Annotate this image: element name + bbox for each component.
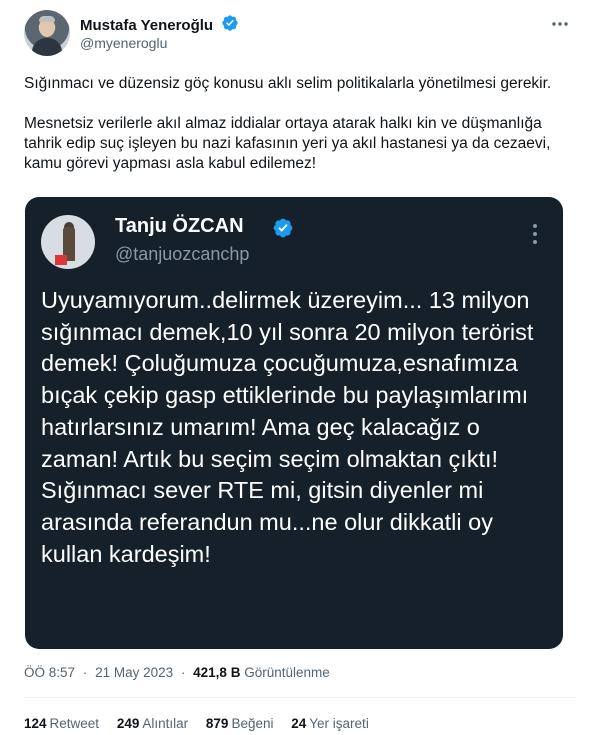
bookmarks-count: 24 [291, 716, 307, 731]
likes-count: 879 [205, 716, 229, 731]
author-name[interactable]: Mustafa Yeneroğlu [80, 17, 213, 34]
tweet-stats: 124 Retweet 249 Alıntılar 879 Beğeni 24 Yer … [24, 716, 383, 731]
quotes-stat[interactable]: 249 Alıntılar [117, 716, 188, 731]
bookmarks-label: Yer işareti [309, 716, 369, 731]
tweet: Mustafa Yeneroğlu @myeneroglu Sığınmacı … [0, 0, 600, 735]
retweets-label: Retweet [49, 716, 100, 731]
quotes-count: 249 [116, 716, 140, 731]
author-avatar[interactable] [24, 10, 70, 56]
author-header: Mustafa Yeneroğlu [80, 14, 239, 37]
quotes-label: Alıntılar [142, 716, 189, 731]
tweet-date[interactable]: 21 May 2023 [95, 665, 173, 680]
author-handle[interactable]: @myeneroglu [80, 35, 167, 51]
tweet-paragraph: Mesnetsiz verilerle akıl almaz iddialar … [24, 115, 551, 172]
quoted-author-name[interactable]: Tanju ÖZCAN [115, 215, 244, 238]
meta-separator: · [180, 665, 186, 680]
bookmarks-stat[interactable]: 24 Yer işareti [291, 716, 369, 731]
meta-separator: · [82, 665, 88, 680]
more-options-icon[interactable] [533, 224, 537, 248]
retweets-stat[interactable]: 124 Retweet [24, 716, 99, 731]
tweet-paragraph: Sığınmacı ve düzensiz göç konusu aklı se… [24, 75, 552, 92]
tweet-text: Sığınmacı ve düzensiz göç konusu aklı se… [24, 74, 564, 194]
verified-badge-icon [272, 217, 294, 244]
tweet-time[interactable]: ÖÖ 8:57 [24, 665, 75, 680]
likes-label: Beğeni [231, 716, 274, 731]
quoted-author-handle[interactable]: @tanjuozcanchp [115, 244, 249, 265]
quoted-author-avatar[interactable] [41, 215, 95, 269]
tweet-meta: ÖÖ 8:57 · 21 May 2023 · 421,8 B Görüntül… [24, 665, 330, 680]
verified-badge-icon [221, 14, 239, 37]
divider [24, 697, 576, 698]
views-label: Görüntülenme [244, 665, 330, 680]
likes-stat[interactable]: 879 Beğeni [206, 716, 274, 731]
retweets-count: 124 [24, 716, 47, 731]
views-count: 421,8 B [193, 665, 241, 680]
quoted-tweet-card[interactable]: Tanju ÖZCAN @tanjuozcanchp Uyuyamıyorum.… [25, 197, 563, 649]
quoted-tweet-text: Uyuyamıyorum..delirmek üzereyim... 13 mi… [41, 287, 534, 567]
more-options-icon[interactable] [550, 14, 570, 39]
